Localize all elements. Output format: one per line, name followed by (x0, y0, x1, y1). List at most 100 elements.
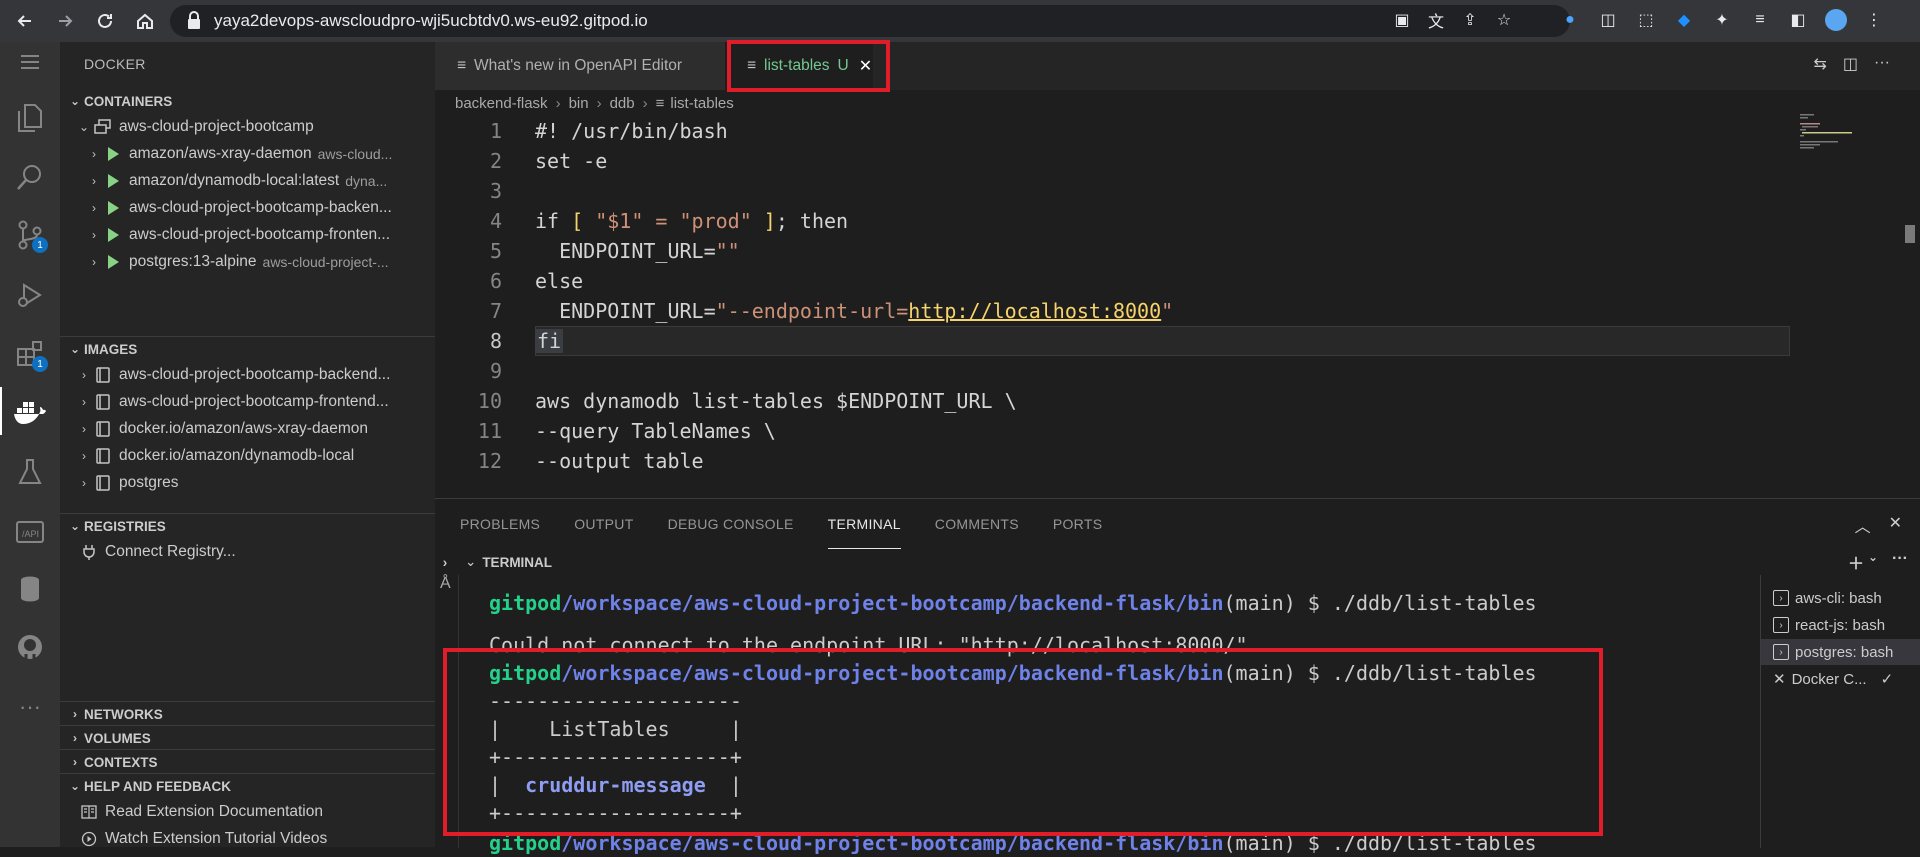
search-icon[interactable] (10, 157, 50, 197)
image-item[interactable]: › aws-cloud-project-bootcamp-backend... (75, 362, 430, 388)
bookmark-star-icon[interactable]: ☆ (1492, 8, 1516, 32)
chevron-right-icon[interactable]: › (435, 555, 455, 570)
image-item[interactable]: › postgres (75, 470, 430, 496)
registries-section-header[interactable]: ⌄ REGISTRIES (60, 515, 435, 537)
browser-toolbar: yaya2devops-awscloudpro-wji5ucbtdv0.ws-e… (0, 0, 1920, 42)
code-editor[interactable]: 1 #! /usr/bin/bash 2 set -e 3 4 if [ "$1… (435, 116, 1920, 498)
running-container-icon (103, 255, 123, 269)
file-lines-icon: ≡ (747, 57, 757, 74)
extension-icon-1[interactable]: ● (1558, 8, 1582, 32)
chevron-right-icon: › (92, 174, 96, 188)
new-terminal-icon[interactable]: ＋ (1848, 550, 1864, 574)
image-item[interactable]: › docker.io/amazon/dynamodb-local (75, 443, 430, 469)
tab-ports[interactable]: PORTS (1053, 499, 1102, 549)
extensions-icon[interactable]: 1 (10, 334, 50, 374)
close-panel-icon[interactable]: ✕ (1889, 513, 1902, 537)
maximize-panel-icon[interactable]: ︿ (1855, 513, 1871, 537)
code-line-current: 8 fi (435, 326, 1920, 356)
open-changes-icon[interactable]: ⇆ (1813, 54, 1826, 74)
sidebar-title: DOCKER (84, 56, 146, 72)
volumes-section-header[interactable]: › VOLUMES (60, 727, 435, 749)
extension-icon-3[interactable]: ⬚ (1634, 8, 1658, 32)
profile-avatar[interactable] (1824, 8, 1848, 32)
translate-icon[interactable]: 文 (1424, 8, 1448, 32)
containers-section-header[interactable]: ⌄ CONTAINERS (60, 90, 435, 112)
terminal-section-toggle[interactable]: ⌄ TERMINAL (465, 554, 552, 570)
terminal-instance[interactable]: ✕ Docker C... ✓ (1761, 666, 1920, 692)
testing-icon[interactable] (10, 452, 50, 492)
forward-icon[interactable] (50, 6, 80, 36)
extension-icon-4[interactable]: ◆ (1672, 8, 1696, 32)
breadcrumb-item[interactable]: ddb (610, 95, 635, 112)
chevron-down-icon: ⌄ (78, 120, 90, 134)
database-icon[interactable] (10, 569, 50, 609)
github-icon[interactable] (10, 627, 50, 667)
extension-icon-2[interactable]: ◫ (1596, 8, 1620, 32)
terminal-instance[interactable]: › react-js: bash (1761, 612, 1920, 638)
share-icon[interactable]: ⇪ (1458, 8, 1482, 32)
contexts-section-header[interactable]: › CONTEXTS (60, 751, 435, 773)
more-actions-icon[interactable]: ··· (1892, 550, 1908, 574)
chevron-right-icon: › (73, 755, 77, 769)
container-item[interactable]: › amazon/aws-xray-daemon aws-cloud... (85, 141, 435, 167)
more-icon[interactable]: ··· (10, 687, 50, 727)
tab-problems[interactable]: PROBLEMS (460, 499, 540, 549)
tab-output[interactable]: OUTPUT (574, 499, 633, 549)
scm-badge: 1 (32, 237, 48, 253)
breadcrumb-item[interactable]: bin (569, 95, 589, 112)
section-divider (60, 513, 435, 514)
menu-icon[interactable] (10, 42, 50, 82)
chevron-down-icon[interactable]: ⌄ (1868, 550, 1878, 574)
tab-debug-console[interactable]: DEBUG CONSOLE (668, 499, 794, 549)
tab-terminal[interactable]: TERMINAL (827, 499, 901, 549)
container-group[interactable]: ⌄ aws-cloud-project-bootcamp (75, 114, 430, 140)
breadcrumb-item[interactable]: list-tables (670, 95, 733, 112)
networks-section-header[interactable]: › NETWORKS (60, 703, 435, 725)
minimap[interactable] (1800, 112, 1860, 152)
sidepanel-icon[interactable]: ◧ (1786, 8, 1810, 32)
terminal-instance[interactable]: › postgres: bash (1761, 639, 1920, 665)
container-item[interactable]: › aws-cloud-project-bootcamp-fronten... (85, 222, 435, 248)
images-section-header[interactable]: ⌄ IMAGES (60, 338, 435, 360)
container-item[interactable]: › aws-cloud-project-bootcamp-backen... (85, 195, 435, 221)
api-icon[interactable]: /API (10, 512, 50, 552)
help-section-header[interactable]: ⌄ HELP AND FEEDBACK (60, 775, 435, 797)
chevron-right-icon: › (73, 731, 77, 745)
editor-scrollbar[interactable] (1905, 225, 1915, 243)
terminal-instance[interactable]: › aws-cli: bash (1761, 585, 1920, 611)
run-debug-icon[interactable] (10, 275, 50, 315)
chevron-right-icon: › (92, 147, 96, 161)
code-line: 12 --output table (477, 449, 704, 473)
chevron-right-icon: › (82, 422, 86, 436)
watch-videos-link[interactable]: Watch Extension Tutorial Videos (75, 826, 430, 852)
more-actions-icon[interactable]: ··· (1874, 54, 1890, 74)
image-item[interactable]: › aws-cloud-project-bootcamp-frontend... (75, 389, 430, 415)
breadcrumb-item[interactable]: backend-flask (455, 95, 548, 112)
source-control-icon[interactable]: 1 (10, 215, 50, 255)
browser-menu-icon[interactable]: ⋮ (1862, 8, 1886, 32)
container-item[interactable]: › postgres:13-alpine aws-cloud-project-.… (85, 249, 435, 275)
tab-openapi-whats-new[interactable]: ≡ What's new in OpenAPI Editor (435, 42, 725, 90)
image-icon (93, 475, 113, 491)
read-docs-link[interactable]: Read Extension Documentation (75, 799, 430, 825)
puzzle-icon[interactable]: ✦ (1710, 8, 1734, 32)
media-icon[interactable]: ≡ (1748, 8, 1772, 32)
docker-icon[interactable] (10, 392, 50, 432)
terminal-icon: › (1773, 590, 1789, 606)
tab-list-tables[interactable]: ≡ list-tables U ✕ (725, 42, 873, 90)
tab-comments[interactable]: COMMENTS (935, 499, 1019, 549)
container-item[interactable]: › amazon/dynamodb-local:latest dyna... (85, 168, 435, 194)
home-icon[interactable] (130, 6, 160, 36)
reload-icon[interactable] (90, 6, 120, 36)
file-lines-icon: ≡ (655, 94, 665, 112)
blocked-popup-icon[interactable]: ▣ (1390, 8, 1414, 32)
split-editor-icon[interactable]: ◫ (1843, 54, 1858, 74)
image-icon (93, 421, 113, 437)
explorer-icon[interactable] (10, 97, 50, 137)
terminal-line: +-------------------+ (489, 801, 742, 825)
connect-registry-item[interactable]: Connect Registry... (75, 539, 430, 565)
close-icon[interactable]: ✕ (859, 56, 872, 76)
back-icon[interactable] (10, 6, 40, 36)
address-bar[interactable]: yaya2devops-awscloudpro-wji5ucbtdv0.ws-e… (170, 5, 1570, 37)
image-item[interactable]: › docker.io/amazon/aws-xray-daemon (75, 416, 430, 442)
